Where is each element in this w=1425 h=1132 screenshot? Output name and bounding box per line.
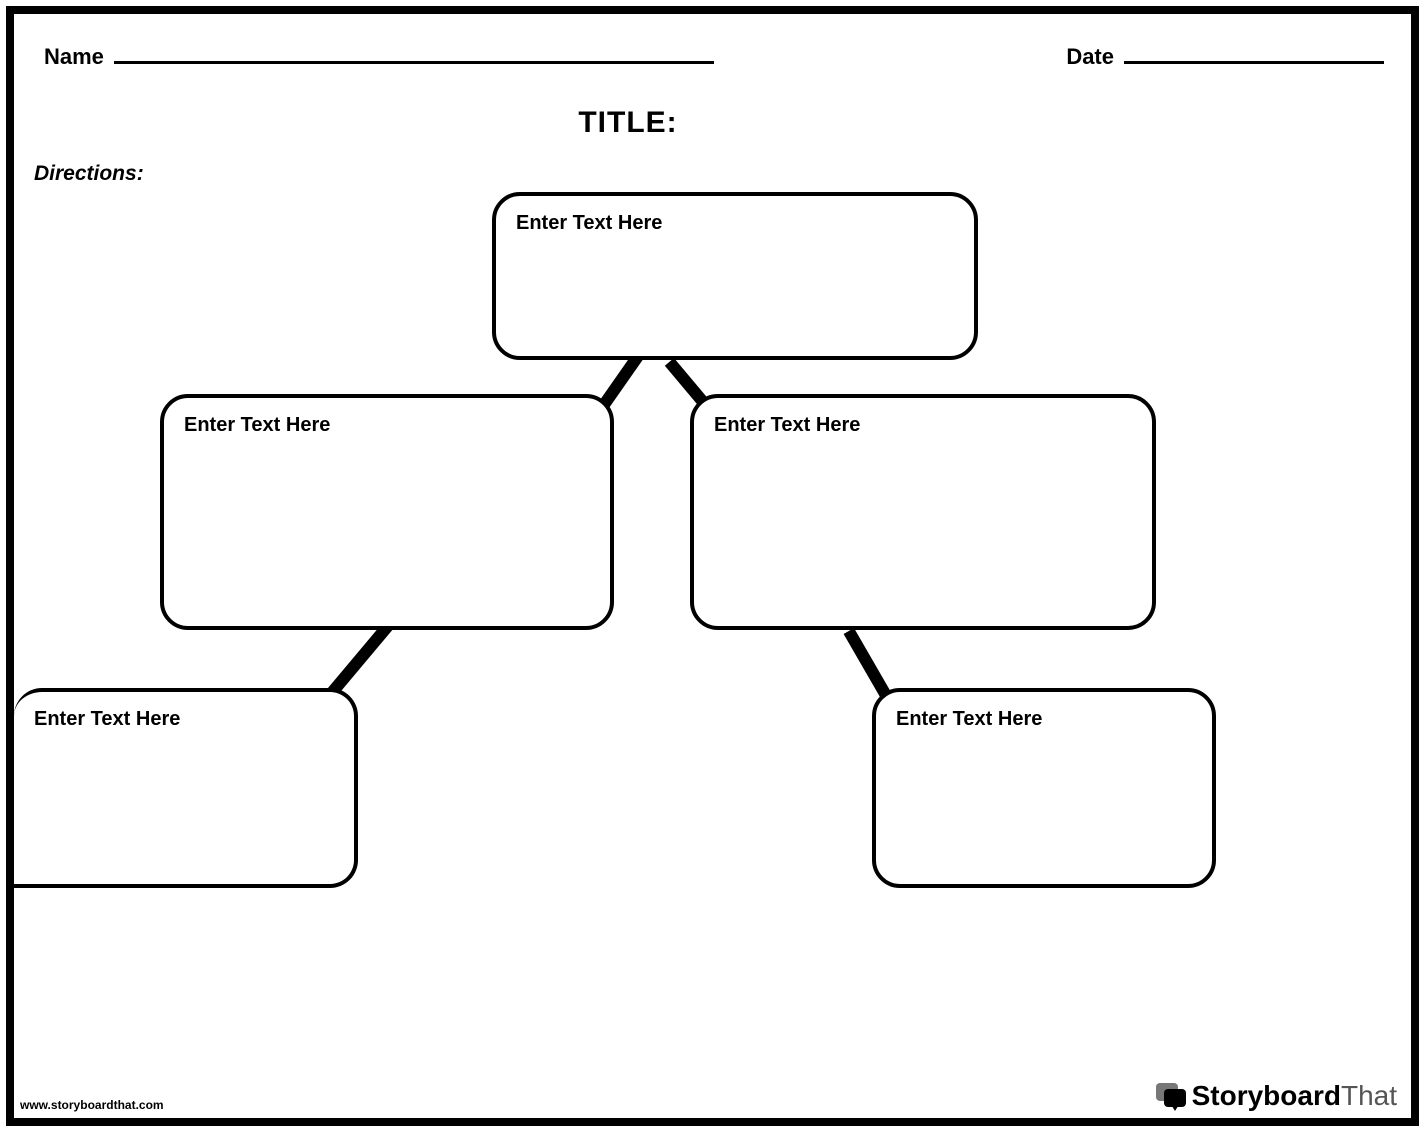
box-placeholder: Enter Text Here: [896, 708, 1192, 731]
diagram-canvas: Enter Text Here Enter Text Here Enter Te…: [14, 14, 1411, 1118]
diagram-box-5[interactable]: Enter Text Here: [872, 688, 1216, 888]
diagram-box-3[interactable]: Enter Text Here: [690, 394, 1156, 630]
box-placeholder: Enter Text Here: [34, 708, 334, 731]
diagram-box-4[interactable]: Enter Text Here: [14, 688, 358, 888]
footer-url: www.storyboardthat.com: [20, 1098, 164, 1112]
speech-bubbles-icon: [1156, 1083, 1186, 1109]
diagram-box-1[interactable]: Enter Text Here: [492, 192, 978, 360]
worksheet-frame: Name Date TITLE: Directions: Enter Text …: [6, 6, 1419, 1126]
box-placeholder: Enter Text Here: [714, 414, 1132, 437]
diagram-box-2[interactable]: Enter Text Here: [160, 394, 614, 630]
logo-text-bold: Storyboard: [1192, 1080, 1341, 1111]
box-placeholder: Enter Text Here: [516, 212, 954, 235]
footer-logo: StoryboardThat: [1156, 1080, 1397, 1112]
logo-text-thin: That: [1341, 1080, 1397, 1111]
box-placeholder: Enter Text Here: [184, 414, 590, 437]
